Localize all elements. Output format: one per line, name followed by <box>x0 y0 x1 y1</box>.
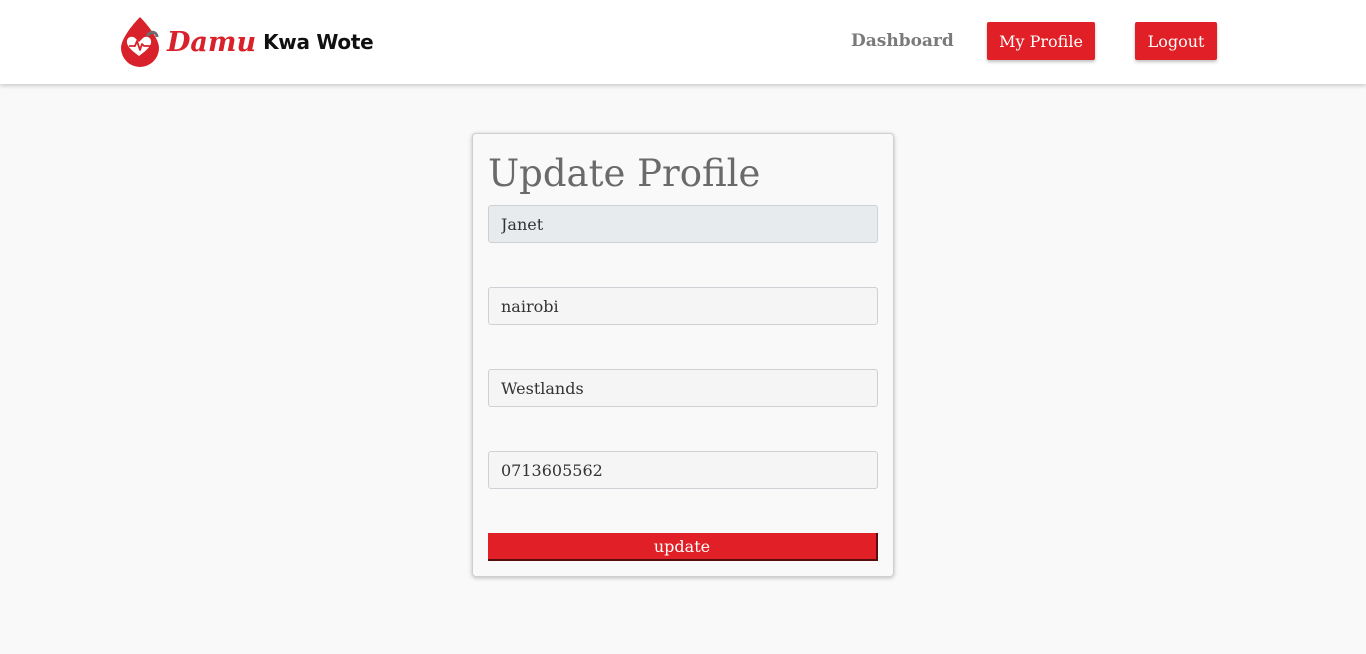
page-title: Update Profile <box>488 152 761 195</box>
update-profile-card: Update Profile update <box>472 133 894 577</box>
area-field[interactable] <box>488 369 878 407</box>
nav-dashboard-link[interactable]: Dashboard <box>851 31 954 51</box>
city-field[interactable] <box>488 287 878 325</box>
my-profile-button[interactable]: My Profile <box>987 22 1095 60</box>
brand-name-script: Damu <box>167 26 257 58</box>
blood-drop-heartbeat-icon <box>121 17 159 67</box>
update-button[interactable]: update <box>488 533 878 561</box>
brand-name-rest: Kwa Wote <box>263 30 374 54</box>
phone-field[interactable] <box>488 451 878 489</box>
logout-button[interactable]: Logout <box>1135 22 1217 60</box>
name-field[interactable] <box>488 205 878 243</box>
top-navbar: Damu Kwa Wote Dashboard My Profile Logou… <box>0 0 1366 84</box>
brand-logo[interactable]: Damu Kwa Wote <box>117 16 374 68</box>
